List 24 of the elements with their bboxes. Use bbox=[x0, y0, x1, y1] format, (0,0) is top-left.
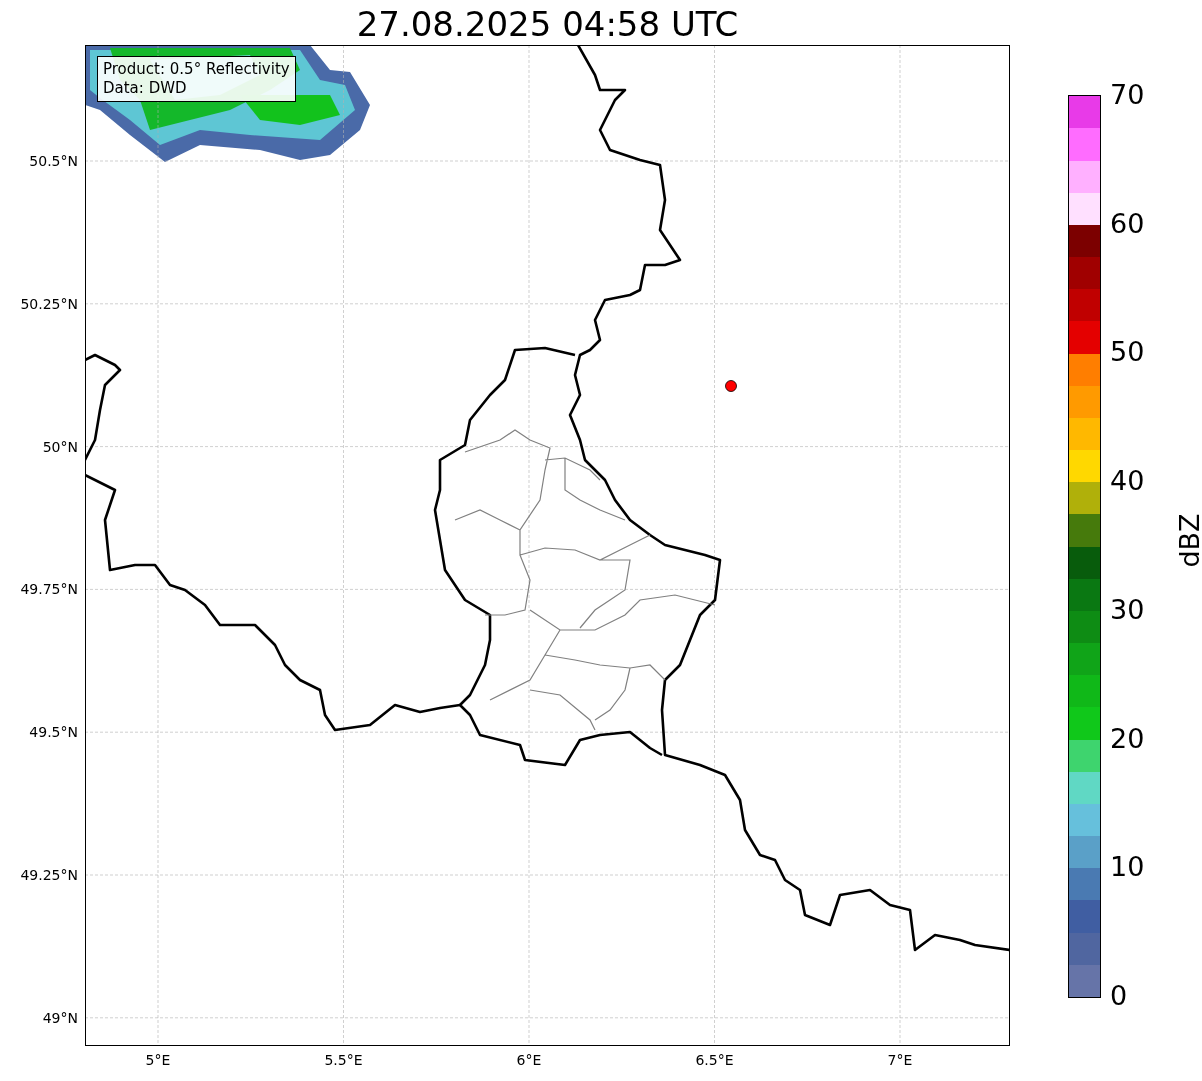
latitude-label: 50.5°N bbox=[29, 153, 78, 169]
longitude-label: 6.5°E bbox=[695, 1052, 734, 1068]
colorbar-label: dBZ bbox=[1173, 513, 1202, 568]
longitude-label: 5.5°E bbox=[324, 1052, 363, 1068]
colorbar-tick-label: 20 bbox=[1110, 723, 1145, 754]
colorbar-tick-label: 0 bbox=[1110, 981, 1128, 1011]
radar-site-marker bbox=[725, 380, 737, 392]
colorbar-tick-label: 50 bbox=[1110, 337, 1145, 368]
longitude-label: 5°E bbox=[145, 1052, 171, 1068]
latitude-label: 49.75°N bbox=[20, 581, 78, 598]
info-box: Product: 0.5° Reflectivity Data: DWD bbox=[97, 56, 296, 102]
colorbar-tick-label: 70 bbox=[1110, 80, 1145, 110]
colorbar-tick-label: 30 bbox=[1110, 594, 1145, 625]
colorbar-tick-label: 10 bbox=[1110, 852, 1145, 883]
latitude-label: 50.25°N bbox=[20, 295, 78, 312]
figure-title: 27.08.2025 04:58 UTC bbox=[355, 3, 740, 45]
longitude-label: 6°E bbox=[516, 1052, 542, 1068]
colorbar-tick-label: 40 bbox=[1110, 466, 1145, 497]
latitude-label: 50°N bbox=[42, 438, 78, 455]
latitude-label: 49.25°N bbox=[20, 867, 78, 883]
longitude-label: 7°E bbox=[887, 1052, 913, 1068]
colorbar-tick-label: 60 bbox=[1110, 208, 1145, 239]
latitude-label: 49.5°N bbox=[29, 724, 78, 741]
latitude-label: 49°N bbox=[42, 1009, 78, 1026]
